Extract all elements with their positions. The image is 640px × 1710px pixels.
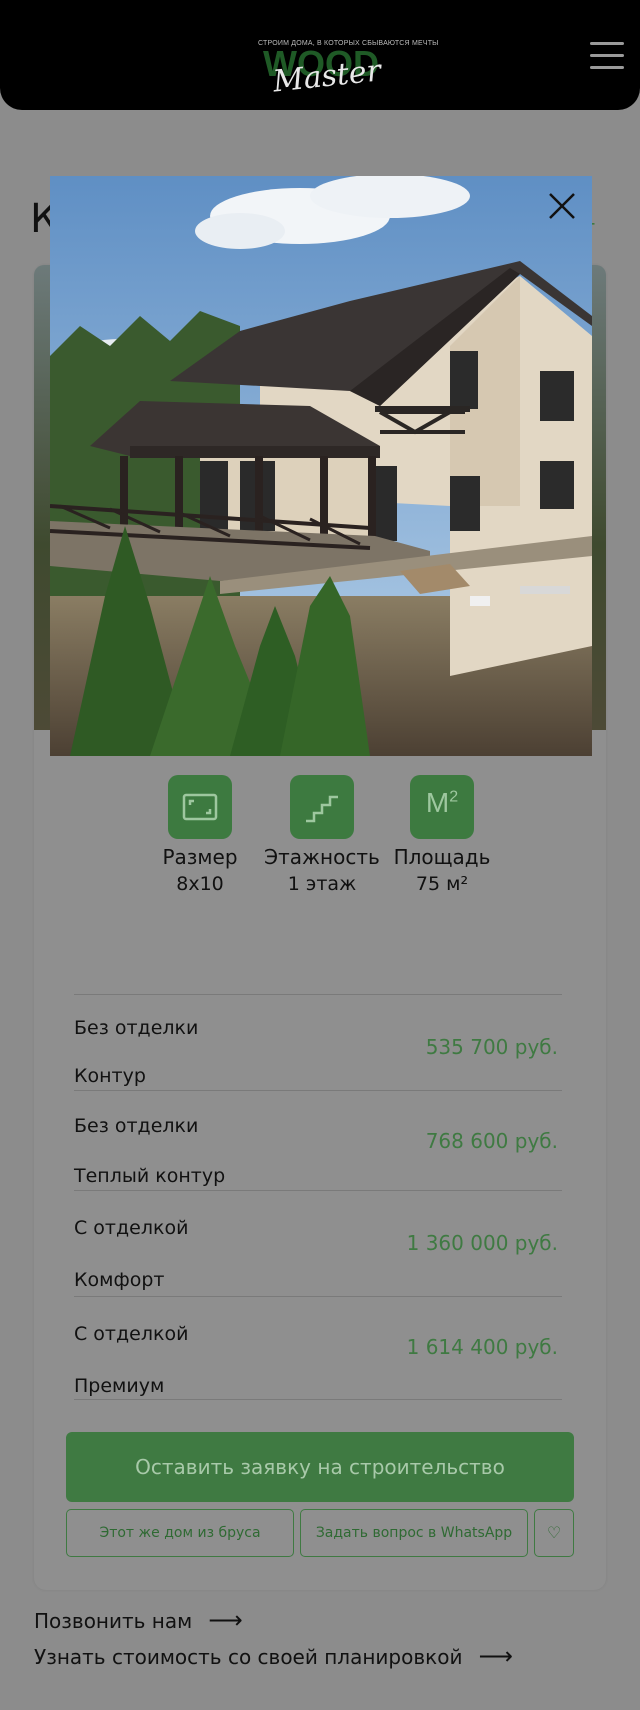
- price-value: 535 700 руб.: [425, 1035, 558, 1059]
- spec-value: 1 этаж: [287, 873, 357, 895]
- custom-layout-label: Узнать стоимость со своей планировкой: [34, 1645, 463, 1669]
- hamburger-menu-icon[interactable]: [590, 40, 624, 70]
- price-row: Без отделки Теплый контур 768 600 руб.: [74, 1090, 562, 1190]
- price-row: С отделкой Комфорт 1 360 000 руб.: [74, 1190, 562, 1296]
- call-us-link[interactable]: Позвонить нам ⟶: [34, 1606, 243, 1634]
- close-icon[interactable]: [546, 190, 578, 222]
- stairs-icon: [290, 775, 354, 839]
- price-value: 768 600 руб.: [425, 1129, 558, 1153]
- spec-label: Этажность: [264, 845, 380, 869]
- order-construction-button[interactable]: Оставить заявку на строительство: [66, 1432, 574, 1502]
- arrow-right-icon: ⟶: [208, 1606, 243, 1634]
- spec-label: Размер: [162, 845, 238, 869]
- spec-area: М2 Площадь 75 м²: [382, 775, 502, 897]
- spec-label: Площадь: [393, 845, 491, 869]
- house-specs: Размер 8x10 Этажность 1 этаж М2 Площадь …: [140, 775, 500, 895]
- size-frame-icon: [168, 775, 232, 839]
- price-value: 1 614 400 руб.: [406, 1335, 558, 1359]
- wood-master-logo[interactable]: СТРОИМ ДОМА, В КОТОРЫХ СБЫВАЮТСЯ МЕЧТЫ W…: [258, 40, 438, 100]
- heart-icon[interactable]: ♡: [534, 1509, 574, 1557]
- spec-size: Размер 8x10: [140, 775, 260, 897]
- spec-value: 8x10: [176, 873, 224, 895]
- price-row: Без отделки Контур 535 700 руб.: [74, 994, 562, 1090]
- timber-version-button[interactable]: Этот же дом из бруса: [66, 1509, 294, 1557]
- arrow-right-icon: ⟶: [478, 1642, 513, 1670]
- price-value: 1 360 000 руб.: [406, 1231, 558, 1255]
- spec-value: 75 м²: [415, 873, 469, 895]
- call-us-label: Позвонить нам: [34, 1609, 193, 1633]
- spec-floors: Этажность 1 этаж: [262, 775, 382, 897]
- price-list: Без отделки Контур 535 700 руб. Без отде…: [74, 994, 562, 1400]
- price-row: С отделкой Премиум 1 614 400 руб.: [74, 1296, 562, 1400]
- site-header: СТРОИМ ДОМА, В КОТОРЫХ СБЫВАЮТСЯ МЕЧТЫ W…: [0, 0, 640, 110]
- area-m2-icon: М2: [410, 775, 474, 839]
- house-photo[interactable]: [50, 176, 592, 756]
- custom-layout-price-link[interactable]: Узнать стоимость со своей планировкой ⟶: [34, 1642, 513, 1670]
- whatsapp-question-button[interactable]: Задать вопрос в WhatsApp: [300, 1509, 528, 1557]
